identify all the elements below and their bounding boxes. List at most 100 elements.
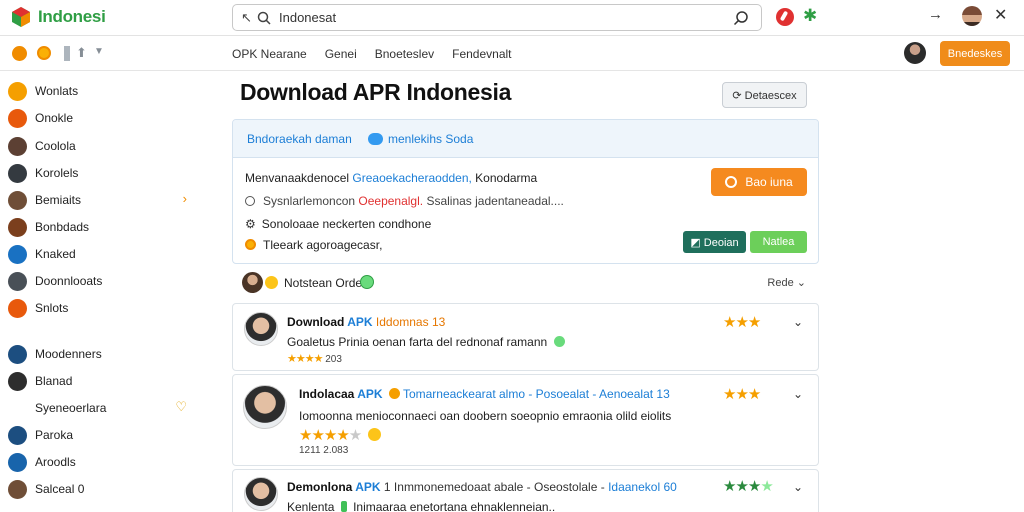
- tab-4[interactable]: Fendevnalt: [452, 47, 511, 61]
- app-brand-name[interactable]: Indonesi: [38, 7, 106, 27]
- review-date: 1211 2.083: [299, 445, 349, 456]
- badge-icon: [553, 336, 565, 347]
- sidebar-item[interactable]: Aroodls: [8, 451, 193, 473]
- sidebar-item-icon: [8, 399, 27, 418]
- sidebar-item-label: Snlots: [35, 301, 69, 315]
- sidebar-item[interactable]: Bemiaits ›: [8, 189, 193, 211]
- primary-download-button[interactable]: Bao iuna: [711, 168, 807, 196]
- tab-2[interactable]: Genei: [325, 47, 357, 61]
- forward-icon[interactable]: →: [928, 6, 943, 23]
- review-title: Demonlona APK 1 Inmmonemedoaat abale - O…: [287, 480, 677, 494]
- search-submit-icon[interactable]: [733, 10, 749, 26]
- sidebar-item-label: Wonlats: [35, 84, 79, 98]
- download-icon: [725, 176, 738, 188]
- heart-icon[interactable]: ♡: [175, 399, 187, 415]
- sidebar-item-icon: [8, 108, 27, 128]
- review-text: Iomoonna menioconnaeci oan doobern soeop…: [299, 409, 672, 423]
- sidebar-item-icon: [8, 371, 27, 391]
- search-input[interactable]: Indonesat: [279, 10, 336, 25]
- app-logo-icon[interactable]: [10, 6, 32, 28]
- search-bar[interactable]: ↖ Indonesat: [232, 4, 762, 31]
- info-card-header: Bndoraekah daman menlekihs Soda: [233, 120, 818, 158]
- sidebar-item-icon: [8, 344, 27, 364]
- chevron-down-icon: ⌄: [796, 277, 806, 289]
- share-icon[interactable]: ⬆: [76, 45, 87, 61]
- sidebar-item-icon: [8, 425, 27, 445]
- chevron-down-icon[interactable]: ▼: [94, 46, 104, 57]
- nav-action-button[interactable]: Bnedeskes: [940, 41, 1010, 66]
- reviews-header-title: Notstean Ordes: [284, 276, 369, 290]
- sidebar-item[interactable]: Doonnlooats: [8, 270, 193, 292]
- close-icon[interactable]: ✕: [994, 5, 1007, 25]
- chevron-down-icon[interactable]: ⌄: [793, 480, 803, 494]
- sidebar-item-label: Bonbdads: [35, 220, 90, 234]
- sort-dropdown[interactable]: Rede ⌄: [767, 276, 806, 289]
- radio-option[interactable]: [245, 196, 255, 206]
- sidebar-item[interactable]: Bonbdads: [8, 216, 193, 238]
- secondary-button[interactable]: ◩ Deoian: [683, 231, 746, 253]
- extension-icon[interactable]: ✱: [803, 6, 817, 26]
- sidebar-item[interactable]: Wonlats: [8, 80, 193, 102]
- sidebar-item-icon: [8, 163, 27, 183]
- sidebar-item-label: Coolola: [35, 139, 76, 153]
- sidebar-item-icon: [8, 244, 27, 264]
- review-card[interactable]: Demonlona APK 1 Inmmonemedoaat abale - O…: [232, 469, 819, 512]
- nav-bar: ⬆ ▼ OPK Nearane Genei Bnoeteslev Fendevn…: [0, 37, 1024, 71]
- sidebar-item[interactable]: Snlots: [8, 297, 193, 319]
- sidebar-item-label: Salceal 0: [35, 482, 85, 496]
- sidebar-item[interactable]: Paroka: [8, 424, 193, 446]
- chevron-right-icon[interactable]: ›: [183, 191, 187, 206]
- star-rating: ★★★★★: [299, 426, 384, 444]
- sidebar-item[interactable]: Blanad: [8, 370, 193, 392]
- sidebar-item-label: Syeneoerlara: [35, 401, 107, 415]
- review-card[interactable]: Indolacaa APK Tomarneackearat almo - Pos…: [232, 374, 819, 466]
- tab-1[interactable]: OPK Nearane: [232, 47, 307, 61]
- review-rating-sub: ★★★★ 203: [287, 353, 342, 365]
- info-line-1: Menvanaakdenocel Greaoekacheraodden, Kon…: [245, 171, 538, 185]
- star-rating: ★★★★: [287, 353, 323, 365]
- review-text: Goaletus Prinia oenan farta del rednonaf…: [287, 335, 568, 349]
- page-title: Download APR Indonesia: [240, 79, 512, 105]
- user-avatar[interactable]: [962, 6, 982, 26]
- profile-avatar[interactable]: [904, 42, 926, 64]
- sidebar-item[interactable]: Korolels: [8, 162, 193, 184]
- review-card[interactable]: Download APK Iddomnas 13 Goaletus Prinia…: [232, 303, 819, 371]
- sidebar-item-icon: [8, 452, 27, 472]
- sidebar-item[interactable]: Knaked: [8, 243, 193, 265]
- sidebar-item-label: Bemiaits: [35, 193, 82, 207]
- info-card-header-link[interactable]: menlekihs Soda: [388, 132, 473, 146]
- chevron-down-icon[interactable]: ⌄: [793, 387, 803, 401]
- bookmark-icon[interactable]: [64, 46, 70, 61]
- sidebar-item[interactable]: Syeneoerlara ♡: [8, 397, 193, 419]
- sidebar-item-icon: [8, 136, 27, 156]
- sidebar-item[interactable]: Moodenners: [8, 343, 193, 365]
- sidebar-item-label: Blanad: [35, 374, 73, 388]
- sidebar-item[interactable]: Onokle: [8, 107, 193, 129]
- sidebar-item[interactable]: Salceal 0: [8, 478, 193, 500]
- sidebar-item-icon: [8, 271, 27, 291]
- sidebar-item[interactable]: Coolola: [8, 135, 193, 157]
- coin-icon[interactable]: [37, 46, 51, 60]
- sidebar-item-label: Onokle: [35, 111, 74, 125]
- star-rating: ★★★★: [723, 478, 774, 495]
- review-title: Indolacaa APK Tomarneackearat almo - Pos…: [299, 387, 670, 401]
- tab-3[interactable]: Bnoeteslev: [375, 47, 434, 61]
- chevron-down-icon[interactable]: ⌄: [793, 315, 803, 329]
- sidebar-item-label: Paroka: [35, 428, 74, 442]
- review-title: Download APK Iddomnas 13: [287, 315, 446, 329]
- details-button[interactable]: ⟳ Detaescex: [722, 82, 807, 108]
- reviews-header: Notstean Ordes Rede ⌄: [242, 271, 812, 293]
- info-line-2[interactable]: Sysnlarlemoncon Oeepenalgl. Ssalinas jad…: [245, 194, 564, 208]
- sidebar-item-label: Doonnlooats: [35, 274, 103, 288]
- home-icon[interactable]: [12, 46, 27, 61]
- back-icon[interactable]: ↖: [241, 10, 252, 26]
- top-bar: Indonesi ↖ Indonesat ✱ → ✕: [0, 0, 1024, 36]
- install-button[interactable]: Natlea: [750, 231, 807, 253]
- sidebar-item-icon: [8, 479, 27, 499]
- info-card: Bndoraekah daman menlekihs Soda Menvanaa…: [232, 119, 819, 264]
- chat-icon: [368, 133, 383, 145]
- sidebar-item-label: Korolels: [35, 166, 79, 180]
- info-card-header-text: Bndoraekah daman: [247, 132, 352, 146]
- play-icon: ◩: [690, 236, 704, 249]
- notification-icon[interactable]: [776, 8, 794, 26]
